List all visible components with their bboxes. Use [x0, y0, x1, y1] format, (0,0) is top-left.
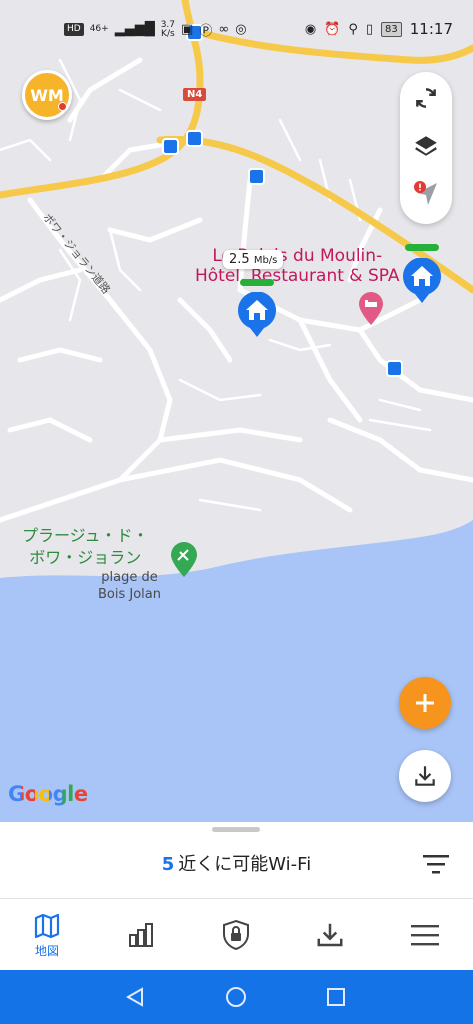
system-navigation-bar — [0, 970, 473, 1024]
bus-stop-icon[interactable] — [186, 130, 203, 147]
notification-dot — [58, 102, 67, 111]
battery-icon: 83 — [381, 21, 402, 37]
instagram-icon: ◎ — [235, 22, 247, 37]
tab-map-label: 地図 — [34, 943, 59, 958]
recents-square-icon — [327, 988, 345, 1006]
filter-icon[interactable] — [423, 854, 449, 874]
back-button[interactable] — [121, 983, 149, 1011]
map-controls — [400, 72, 452, 224]
vpn-lock-icon — [223, 919, 249, 951]
back-triangle-icon — [125, 987, 143, 1007]
link-icon: ∞ — [218, 22, 230, 37]
refresh-icon — [416, 88, 436, 108]
layers-button[interactable] — [400, 124, 452, 168]
tab-download[interactable] — [283, 899, 377, 971]
signal-bars-icon: ▂▄▆█ — [114, 22, 155, 37]
location-icon: ⚲ — [348, 21, 358, 37]
locate-button[interactable] — [400, 172, 452, 216]
app-logo-button[interactable]: WM — [22, 70, 72, 120]
wifi-home-pin-icon[interactable] — [237, 292, 277, 338]
map-icon — [34, 913, 60, 938]
add-hotspot-button[interactable] — [399, 677, 451, 729]
hd-badge: HD — [64, 23, 84, 36]
download-map-button[interactable] — [399, 750, 451, 802]
signal-label: 46+ — [89, 24, 109, 34]
menu-icon — [411, 925, 439, 946]
signal-strength-bar — [405, 244, 439, 251]
tab-stats[interactable] — [94, 899, 188, 971]
home-circle-icon — [226, 987, 246, 1007]
clock: 11:17 — [409, 20, 453, 38]
recents-button[interactable] — [322, 983, 350, 1011]
signal-strength-bar — [240, 279, 274, 286]
stats-icon — [129, 923, 153, 947]
plus-icon — [416, 694, 434, 712]
status-left: HD 46+ ▂▄▆█ 3.7 K/s ▣ Ⓟ ∞ ◎ — [64, 20, 247, 39]
sheet-drag-handle[interactable] — [212, 827, 260, 832]
road-badge-n4: N4 — [183, 88, 207, 101]
tab-vpn[interactable] — [189, 899, 283, 971]
beach-label-fr: plage de Bois Jolan — [98, 570, 161, 602]
nearby-wifi-sheet[interactable]: 5 近くに可能Wi-Fi — [0, 822, 473, 898]
eye-icon: ◉ — [304, 21, 317, 37]
beach-label-jp: プラージュ・ド・ ボワ・ジョラン — [22, 526, 149, 567]
bus-stop-icon[interactable] — [386, 360, 403, 377]
network-speed: 3.7 K/s — [160, 19, 176, 39]
wifi-home-pin-icon[interactable] — [402, 258, 442, 304]
bus-stop-icon[interactable] — [162, 138, 179, 155]
bottom-navigation: 地図 — [0, 898, 473, 970]
message-icon: ▣ — [181, 22, 194, 37]
hotel-pin-icon[interactable] — [358, 292, 384, 326]
download-icon — [415, 766, 435, 786]
wifi-map-logo-icon: WM — [30, 85, 64, 105]
wifi-count: 5 — [161, 854, 175, 875]
tab-map[interactable]: 地図 — [0, 899, 94, 971]
wifi-speed-label: 2.5 Mb/s — [223, 250, 284, 269]
bus-stop-icon[interactable] — [248, 168, 265, 185]
paypay-icon: Ⓟ — [199, 24, 213, 39]
sheet-title: 5 近くに可能Wi-Fi — [161, 854, 312, 875]
vibrate-icon: ▯ — [365, 21, 374, 37]
layers-icon — [415, 136, 437, 156]
status-right: ◉ ⏰ ⚲ ▯ 83 11:17 — [305, 20, 453, 38]
download-icon — [317, 923, 343, 947]
navigation-arrow-icon — [414, 181, 437, 205]
google-attribution: Google — [8, 782, 88, 806]
beach-pin-icon[interactable] — [170, 542, 198, 578]
home-button[interactable] — [222, 983, 250, 1011]
tab-menu[interactable] — [378, 899, 472, 971]
refresh-button[interactable] — [400, 76, 452, 120]
alarm-icon: ⏰ — [324, 21, 341, 37]
status-bar: HD 46+ ▂▄▆█ 3.7 K/s ▣ Ⓟ ∞ ◎ ◉ ⏰ ⚲ ▯ 83 11… — [0, 0, 473, 58]
